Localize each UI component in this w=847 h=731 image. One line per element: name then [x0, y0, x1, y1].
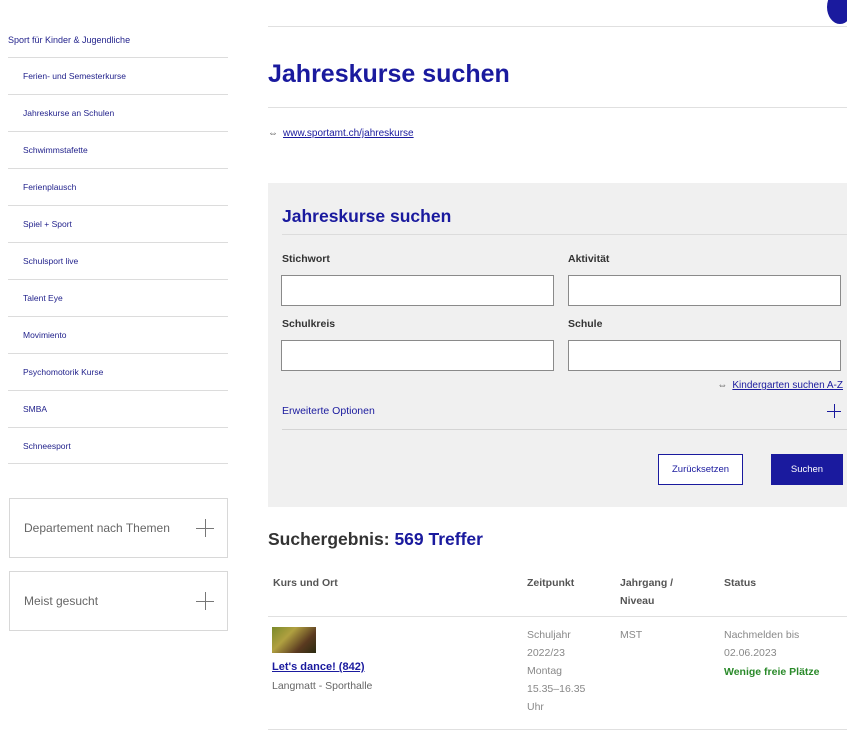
course-location: Langmatt - Sporthalle	[272, 680, 373, 692]
search-panel: Jahreskurse suchen Stichwort Aktivität S…	[268, 183, 847, 507]
plus-icon	[196, 519, 214, 537]
search-button[interactable]: Suchen	[771, 454, 843, 485]
course-link[interactable]: Let's dance! (842)	[272, 661, 364, 673]
sidebar-item-psychomotorik[interactable]: Psychomotorik Kurse	[8, 353, 228, 390]
top-divider	[268, 26, 847, 27]
sidebar-item-spiel-sport[interactable]: Spiel + Sport	[8, 205, 228, 242]
advanced-divider	[282, 429, 847, 430]
table-row-divider	[268, 729, 847, 730]
sidebar-item-ferienplausch[interactable]: Ferienplausch	[8, 168, 228, 205]
kindergarten-link-text: Kindergarten suchen A-Z	[732, 380, 843, 391]
kindergarten-link[interactable]: ⇔ Kindergarten suchen A-Z	[717, 380, 843, 391]
results-count: 569 Treffer	[394, 529, 483, 549]
sportamt-link-text: www.sportamt.ch/jahreskurse	[283, 128, 414, 139]
column-header-status: Status	[724, 577, 757, 589]
page-title: Jahreskurse suchen	[268, 60, 510, 88]
sidebar-item-movimiento[interactable]: Movimiento	[8, 316, 228, 353]
results-heading: Suchergebnis: 569 Treffer	[268, 529, 483, 550]
course-time: Schuljahr 2022/23 Montag 15.35–16.35 Uhr	[527, 629, 586, 713]
meist-gesucht-accordion[interactable]: Meist gesucht	[9, 571, 228, 631]
sidebar-top-link[interactable]: Sport für Kinder & Jugendliche	[8, 35, 130, 45]
sidebar-item-schwimmstafette[interactable]: Schwimmstafette	[8, 131, 228, 168]
link-icon: ⇔	[268, 128, 278, 139]
link-icon: ⇔	[717, 380, 728, 391]
sidebar-nav: Ferien- und Semesterkurse Jahreskurse an…	[8, 57, 228, 464]
title-divider	[268, 107, 847, 108]
schulkreis-input[interactable]	[281, 340, 554, 371]
search-panel-title: Jahreskurse suchen	[282, 206, 452, 226]
schule-input[interactable]	[568, 340, 841, 371]
sidebar-item-talent-eye[interactable]: Talent Eye	[8, 279, 228, 316]
plus-icon	[196, 592, 214, 610]
sidebar-item-schulsport-live[interactable]: Schulsport live	[8, 242, 228, 279]
departement-themen-accordion[interactable]: Departement nach Themen	[9, 498, 228, 558]
sidebar-item-jahreskurse-schulen[interactable]: Jahreskurse an Schulen	[8, 94, 228, 131]
aktivitaet-label: Aktivität	[568, 253, 610, 265]
results-label: Suchergebnis:	[268, 529, 390, 549]
stichwort-label: Stichwort	[282, 253, 330, 265]
reset-button[interactable]: Zurücksetzen	[658, 454, 743, 485]
table-header-divider	[268, 616, 847, 617]
schulkreis-label: Schulkreis	[282, 318, 336, 330]
accordion-label: Meist gesucht	[24, 594, 99, 608]
column-header-kurs: Kurs und Ort	[273, 577, 338, 589]
availability-badge: Wenige freie Plätze	[724, 666, 820, 678]
panel-divider	[282, 234, 847, 235]
sidebar-item-ferien-semesterkurse[interactable]: Ferien- und Semesterkurse	[8, 57, 228, 94]
advanced-options-toggle[interactable]: Erweiterte Optionen	[282, 405, 375, 417]
column-header-zeitpunkt: Zeitpunkt	[527, 577, 575, 589]
course-level: MST	[620, 629, 643, 641]
column-header-jahrgang: Jahrgang / Niveau	[620, 577, 674, 607]
accordion-label: Departement nach Themen	[24, 521, 170, 535]
sidebar-item-schneesport[interactable]: Schneesport	[8, 427, 228, 464]
sidebar-item-smba[interactable]: SMBA	[8, 390, 228, 427]
plus-icon[interactable]	[827, 404, 841, 418]
floating-action-button[interactable]	[827, 0, 847, 24]
schule-label: Schule	[568, 318, 603, 330]
aktivitaet-input[interactable]	[568, 275, 841, 306]
stichwort-input[interactable]	[281, 275, 554, 306]
course-thumbnail	[272, 627, 316, 653]
sportamt-link[interactable]: ⇔ www.sportamt.ch/jahreskurse	[268, 128, 414, 139]
course-status: Nachmelden bis 02.06.2023	[724, 629, 800, 659]
